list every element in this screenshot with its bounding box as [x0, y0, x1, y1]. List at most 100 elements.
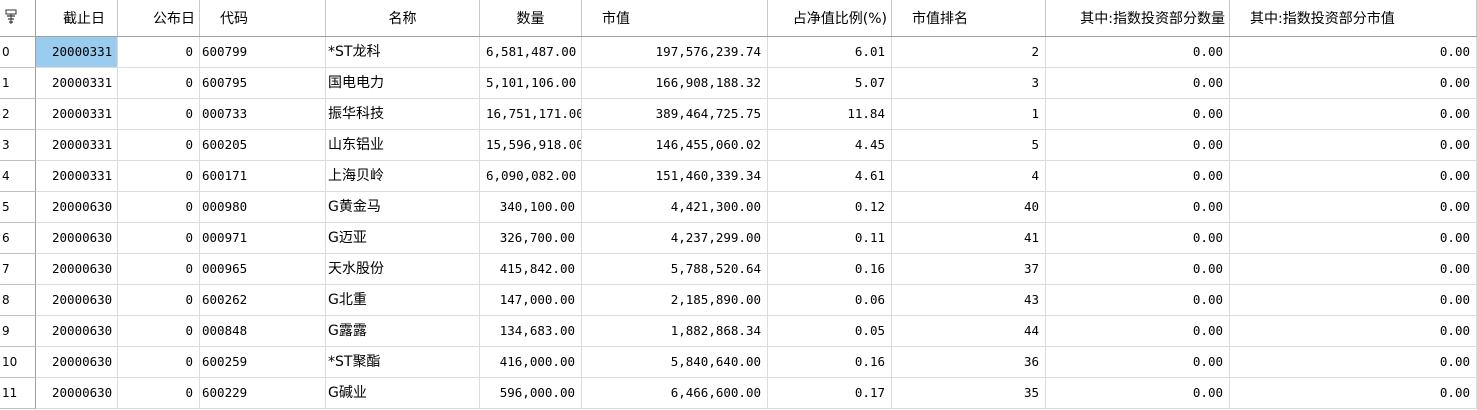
row-index[interactable]: 4 — [0, 161, 36, 192]
cell-index-quantity[interactable]: 0.00 — [1046, 192, 1230, 223]
header-col-code[interactable]: 代码 — [200, 0, 326, 36]
cell-publish-date[interactable]: 0 — [118, 192, 200, 223]
cell-market-value[interactable]: 6,466,600.00 — [582, 378, 768, 409]
table-row[interactable]: 9 20000630 0 000848 G露露 134,683.00 1,882,868.3… — [0, 316, 1477, 347]
cell-nav-ratio[interactable]: 5.07 — [768, 68, 892, 99]
header-col-index-value[interactable]: 其中:指数投资部分市值 — [1230, 0, 1477, 36]
cell-market-value[interactable]: 2,185,890.00 — [582, 285, 768, 316]
cell-quantity[interactable]: 16,751,171.00 — [480, 99, 582, 130]
cell-nav-ratio[interactable]: 4.61 — [768, 161, 892, 192]
cell-nav-ratio[interactable]: 0.06 — [768, 285, 892, 316]
cell-name[interactable]: G露露 — [326, 316, 480, 347]
cell-name[interactable]: G黄金马 — [326, 192, 480, 223]
cell-market-value[interactable]: 389,464,725.75 — [582, 99, 768, 130]
cell-name[interactable]: 天水股份 — [326, 254, 480, 285]
data-grid[interactable]: 截止日 公布日 代码 名称 数量 市值 占净值比例(%) 市值排名 其中:指数投资部分数量 其中:… — [0, 0, 1477, 410]
cell-publish-date[interactable]: 0 — [118, 223, 200, 254]
cell-quantity[interactable]: 5,101,106.00 — [480, 68, 582, 99]
cell-nav-ratio[interactable]: 0.16 — [768, 347, 892, 378]
cell-cutoff-date[interactable]: 20000331 — [36, 99, 118, 130]
header-col-publish-date[interactable]: 公布日 — [118, 0, 200, 36]
row-index[interactable]: 11 — [0, 378, 36, 409]
cell-name[interactable]: 山东铝业 — [326, 130, 480, 161]
cell-quantity[interactable]: 415,842.00 — [480, 254, 582, 285]
table-row[interactable]: 8 20000630 0 600262 G北重 147,000.00 2,185,890.0… — [0, 285, 1477, 316]
row-index[interactable]: 2 — [0, 99, 36, 130]
cell-cutoff-date[interactable]: 20000630 — [36, 285, 118, 316]
header-col-market-value[interactable]: 市值 — [582, 0, 768, 36]
cell-value-rank[interactable]: 4 — [892, 161, 1046, 192]
cell-nav-ratio[interactable]: 0.17 — [768, 378, 892, 409]
cell-index-quantity[interactable]: 0.00 — [1046, 254, 1230, 285]
cell-index-quantity[interactable]: 0.00 — [1046, 223, 1230, 254]
cell-market-value[interactable]: 146,455,060.02 — [582, 130, 768, 161]
header-col-nav-ratio[interactable]: 占净值比例(%) — [768, 0, 892, 36]
cell-index-quantity[interactable]: 0.00 — [1046, 99, 1230, 130]
cell-publish-date[interactable]: 0 — [118, 68, 200, 99]
cell-code[interactable]: 000980 — [200, 192, 326, 223]
cell-cutoff-date[interactable]: 20000630 — [36, 223, 118, 254]
cell-publish-date[interactable]: 0 — [118, 254, 200, 285]
cell-quantity[interactable]: 340,100.00 — [480, 192, 582, 223]
cell-publish-date[interactable]: 0 — [118, 316, 200, 347]
table-row[interactable]: 1 20000331 0 600795 国电电力 5,101,106.00 166,908,… — [0, 68, 1477, 99]
cell-name[interactable]: 国电电力 — [326, 68, 480, 99]
cell-index-value[interactable]: 0.00 — [1230, 223, 1477, 254]
cell-quantity[interactable]: 416,000.00 — [480, 347, 582, 378]
cell-index-quantity[interactable]: 0.00 — [1046, 285, 1230, 316]
row-index[interactable]: 10 — [0, 347, 36, 378]
cell-index-quantity[interactable]: 0.00 — [1046, 37, 1230, 68]
cell-cutoff-date[interactable]: 20000331 — [36, 161, 118, 192]
cell-name[interactable]: *ST龙科 — [326, 37, 480, 68]
row-index[interactable]: 7 — [0, 254, 36, 285]
cell-name[interactable]: G迈亚 — [326, 223, 480, 254]
cell-nav-ratio[interactable]: 0.11 — [768, 223, 892, 254]
cell-code[interactable]: 600262 — [200, 285, 326, 316]
cell-index-quantity[interactable]: 0.00 — [1046, 347, 1230, 378]
cell-index-value[interactable]: 0.00 — [1230, 254, 1477, 285]
cell-cutoff-date[interactable]: 20000630 — [36, 378, 118, 409]
cell-index-value[interactable]: 0.00 — [1230, 192, 1477, 223]
cell-market-value[interactable]: 5,840,640.00 — [582, 347, 768, 378]
table-row[interactable]: 11 20000630 0 600229 G碱业 596,000.00 6,466,600.… — [0, 378, 1477, 409]
cell-index-value[interactable]: 0.00 — [1230, 37, 1477, 68]
row-index[interactable]: 1 — [0, 68, 36, 99]
table-row[interactable]: 6 20000630 0 000971 G迈亚 326,700.00 4,237,299.0… — [0, 223, 1477, 254]
cell-name[interactable]: *ST聚酯 — [326, 347, 480, 378]
cell-index-quantity[interactable]: 0.00 — [1046, 161, 1230, 192]
cell-cutoff-date[interactable]: 20000331 — [36, 130, 118, 161]
cell-value-rank[interactable]: 1 — [892, 99, 1046, 130]
cell-code[interactable]: 000848 — [200, 316, 326, 347]
cell-value-rank[interactable]: 40 — [892, 192, 1046, 223]
cell-index-value[interactable]: 0.00 — [1230, 285, 1477, 316]
cell-cutoff-date[interactable]: 20000331 — [36, 37, 118, 68]
cell-index-quantity[interactable]: 0.00 — [1046, 68, 1230, 99]
cell-index-quantity[interactable]: 0.00 — [1046, 378, 1230, 409]
cell-nav-ratio[interactable]: 0.05 — [768, 316, 892, 347]
cell-cutoff-date[interactable]: 20000630 — [36, 347, 118, 378]
cell-code[interactable]: 600205 — [200, 130, 326, 161]
cell-name[interactable]: 振华科技 — [326, 99, 480, 130]
cell-nav-ratio[interactable]: 6.01 — [768, 37, 892, 68]
cell-index-value[interactable]: 0.00 — [1230, 130, 1477, 161]
cell-quantity[interactable]: 6,581,487.00 — [480, 37, 582, 68]
cell-name[interactable]: 上海贝岭 — [326, 161, 480, 192]
cell-publish-date[interactable]: 0 — [118, 130, 200, 161]
cell-quantity[interactable]: 147,000.00 — [480, 285, 582, 316]
cell-code[interactable]: 600229 — [200, 378, 326, 409]
cell-value-rank[interactable]: 43 — [892, 285, 1046, 316]
cell-cutoff-date[interactable]: 20000630 — [36, 192, 118, 223]
cell-publish-date[interactable]: 0 — [118, 161, 200, 192]
cell-nav-ratio[interactable]: 4.45 — [768, 130, 892, 161]
table-row[interactable]: 5 20000630 0 000980 G黄金马 340,100.00 4,421,300.… — [0, 192, 1477, 223]
cell-market-value[interactable]: 197,576,239.74 — [582, 37, 768, 68]
cell-name[interactable]: G北重 — [326, 285, 480, 316]
row-index[interactable]: 5 — [0, 192, 36, 223]
cell-nav-ratio[interactable]: 11.84 — [768, 99, 892, 130]
cell-code[interactable]: 600799 — [200, 37, 326, 68]
cell-market-value[interactable]: 5,788,520.64 — [582, 254, 768, 285]
cell-code[interactable]: 000965 — [200, 254, 326, 285]
cell-value-rank[interactable]: 5 — [892, 130, 1046, 161]
cell-value-rank[interactable]: 37 — [892, 254, 1046, 285]
row-index[interactable]: 6 — [0, 223, 36, 254]
